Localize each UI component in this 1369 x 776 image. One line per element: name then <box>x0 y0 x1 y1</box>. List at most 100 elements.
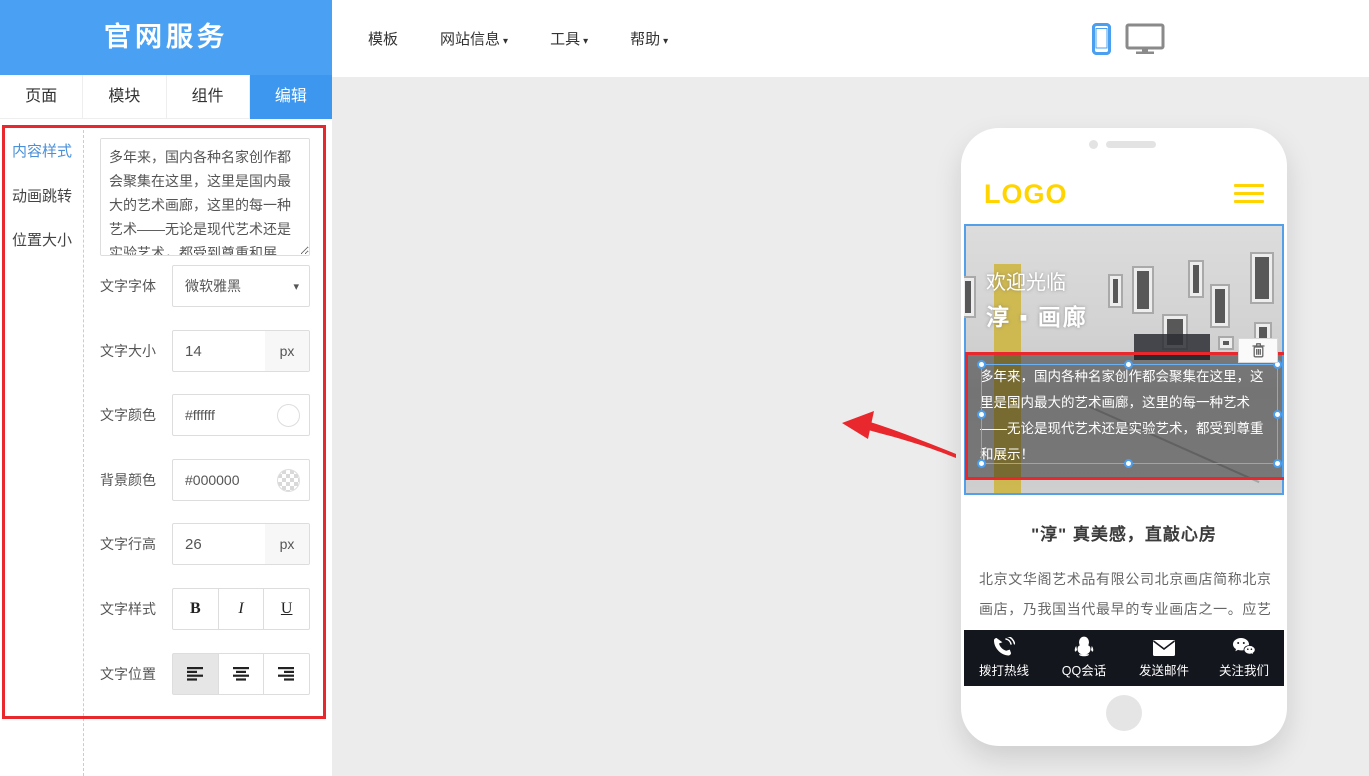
selection-handle-se[interactable] <box>1273 459 1282 468</box>
font-size-input[interactable] <box>173 331 265 371</box>
qq-chat-label: QQ会话 <box>1062 660 1106 679</box>
align-left-button[interactable] <box>172 653 219 695</box>
align-right-button[interactable] <box>264 653 310 695</box>
align-right-icon <box>278 667 295 681</box>
section-heading: "淳" 真美感，直敲心房 <box>964 520 1284 545</box>
text-align-label: 文字位置 <box>100 653 156 695</box>
top-nav: 模板 网站信息▾ 工具▾ 帮助▾ <box>368 0 668 77</box>
annotation-arrow <box>838 400 960 462</box>
text-color-input[interactable] <box>173 395 265 435</box>
text-color-swatch[interactable] <box>277 404 300 427</box>
sidebar: 官网服务 页面 模块 组件 编辑 内容样式 动画跳转 位置大小 多年来，国内各种… <box>0 0 332 776</box>
nav-template-label: 模板 <box>368 31 398 48</box>
panel-tab-content-style[interactable]: 内容样式 <box>12 140 72 161</box>
selection-handle-s[interactable] <box>1124 459 1133 468</box>
site-logo[interactable]: LOGO <box>984 179 1068 210</box>
qq-chat-button[interactable]: QQ会话 <box>1044 630 1124 686</box>
align-center-icon <box>233 667 250 681</box>
text-color-field <box>172 394 310 436</box>
selection-handle-sw[interactable] <box>977 459 986 468</box>
field-row-font-family: 文字字体 微软雅黑 ▾ <box>0 265 332 307</box>
tab-pages[interactable]: 页面 <box>0 75 83 119</box>
nav-tools[interactable]: 工具▾ <box>550 28 588 49</box>
qq-icon <box>1074 637 1094 657</box>
app-title-text: 官网服务 <box>104 22 228 52</box>
nav-tools-label: 工具 <box>550 31 580 48</box>
chevron-down-icon: ▾ <box>503 36 508 47</box>
line-height-unit: px <box>265 524 309 564</box>
nav-help-label: 帮助 <box>630 31 660 48</box>
bg-color-label: 背景颜色 <box>100 459 156 501</box>
panel-tab-animation-link[interactable]: 动画跳转 <box>12 185 72 206</box>
app: 官网服务 页面 模块 组件 编辑 内容样式 动画跳转 位置大小 多年来，国内各种… <box>0 0 1369 776</box>
app-title: 官网服务 <box>0 0 332 75</box>
monitor-icon[interactable] <box>1125 23 1165 54</box>
gallery-frame <box>1210 284 1230 328</box>
nav-site-info-label: 网站信息 <box>440 31 500 48</box>
selection-handle-e[interactable] <box>1273 410 1282 419</box>
wechat-icon <box>1232 637 1256 657</box>
bold-button[interactable]: B <box>172 588 219 630</box>
line-height-input[interactable] <box>173 524 265 564</box>
nav-help[interactable]: 帮助▾ <box>630 28 668 49</box>
gallery-frame <box>1188 260 1204 298</box>
field-row-text-align: 文字位置 <box>0 653 332 695</box>
font-family-value: 微软雅黑 <box>185 276 241 296</box>
field-row-line-height: 文字行高 px <box>0 523 332 565</box>
hotline-label: 拨打热线 <box>979 660 1029 679</box>
banner-title-text: 淳 ▪ 画廊 <box>986 298 1088 332</box>
field-row-text-style: 文字样式 B I U <box>0 588 332 630</box>
tab-components[interactable]: 组件 <box>167 75 250 119</box>
trash-icon <box>1252 343 1265 358</box>
selection-rect <box>981 364 1278 464</box>
line-height-field: px <box>172 523 310 565</box>
chevron-down-icon: ▾ <box>293 280 299 293</box>
nav-site-info[interactable]: 网站信息▾ <box>440 28 508 49</box>
selection-handle-nw[interactable] <box>977 360 986 369</box>
selection-handle-n[interactable] <box>1124 360 1133 369</box>
gallery-frame <box>1108 274 1123 308</box>
delete-button[interactable] <box>1238 338 1278 363</box>
topbar: 模板 网站信息▾ 工具▾ 帮助▾ <box>332 0 1369 77</box>
bg-color-field <box>172 459 310 501</box>
font-family-select[interactable]: 微软雅黑 ▾ <box>172 265 310 307</box>
gallery-frame <box>1218 336 1234 350</box>
nav-template[interactable]: 模板 <box>368 28 398 49</box>
align-center-button[interactable] <box>219 653 265 695</box>
italic-button[interactable]: I <box>219 588 265 630</box>
tab-modules[interactable]: 模块 <box>83 75 166 119</box>
send-mail-button[interactable]: 发送邮件 <box>1124 630 1204 686</box>
hamburger-menu-icon[interactable] <box>1234 184 1264 208</box>
send-mail-label: 发送邮件 <box>1139 660 1189 679</box>
field-row-text-color: 文字颜色 <box>0 394 332 436</box>
bg-color-input[interactable] <box>173 460 265 500</box>
banner-module[interactable]: 欢迎光临 淳 ▪ 画廊 多年来，国内各种名家创作都会聚集在这里，这里是国内最大的… <box>964 224 1284 495</box>
phone-preview: LOGO 欢迎光临 淳 ▪ 画廊 <box>961 128 1287 746</box>
bg-color-swatch[interactable] <box>277 469 300 492</box>
phone-screen: LOGO 欢迎光临 淳 ▪ 画廊 <box>964 164 1284 690</box>
follow-us-button[interactable]: 关注我们 <box>1204 630 1284 686</box>
field-row-font-size: 文字大小 px <box>0 330 332 372</box>
gallery-frame <box>1250 252 1274 304</box>
smartphone-icon[interactable] <box>1092 23 1111 55</box>
site-bottom-bar: 拨打热线 QQ会话 <box>964 630 1284 686</box>
font-size-unit: px <box>265 331 309 371</box>
font-size-label: 文字大小 <box>100 330 156 372</box>
underline-button[interactable]: U <box>264 588 310 630</box>
field-row-bg-color: 背景颜色 <box>0 459 332 501</box>
font-size-field: px <box>172 330 310 372</box>
align-left-icon <box>187 667 204 681</box>
hotline-button[interactable]: 拨打热线 <box>964 630 1044 686</box>
phone-camera-dot <box>1089 140 1098 149</box>
tab-edit[interactable]: 编辑 <box>250 75 332 119</box>
phone-home-button[interactable] <box>1106 695 1142 731</box>
panel-tab-position-size[interactable]: 位置大小 <box>12 229 72 250</box>
gallery-frame <box>964 276 976 318</box>
text-color-label: 文字颜色 <box>100 394 156 436</box>
font-family-label: 文字字体 <box>100 265 156 307</box>
selection-handle-w[interactable] <box>977 410 986 419</box>
mail-icon <box>1152 637 1176 657</box>
device-toggle <box>1092 0 1165 77</box>
phone-icon <box>993 637 1015 657</box>
content-text-input[interactable]: 多年来，国内各种名家创作都会聚集在这里，这里是国内最大的艺术画廊，这里的每一种艺… <box>100 138 310 256</box>
